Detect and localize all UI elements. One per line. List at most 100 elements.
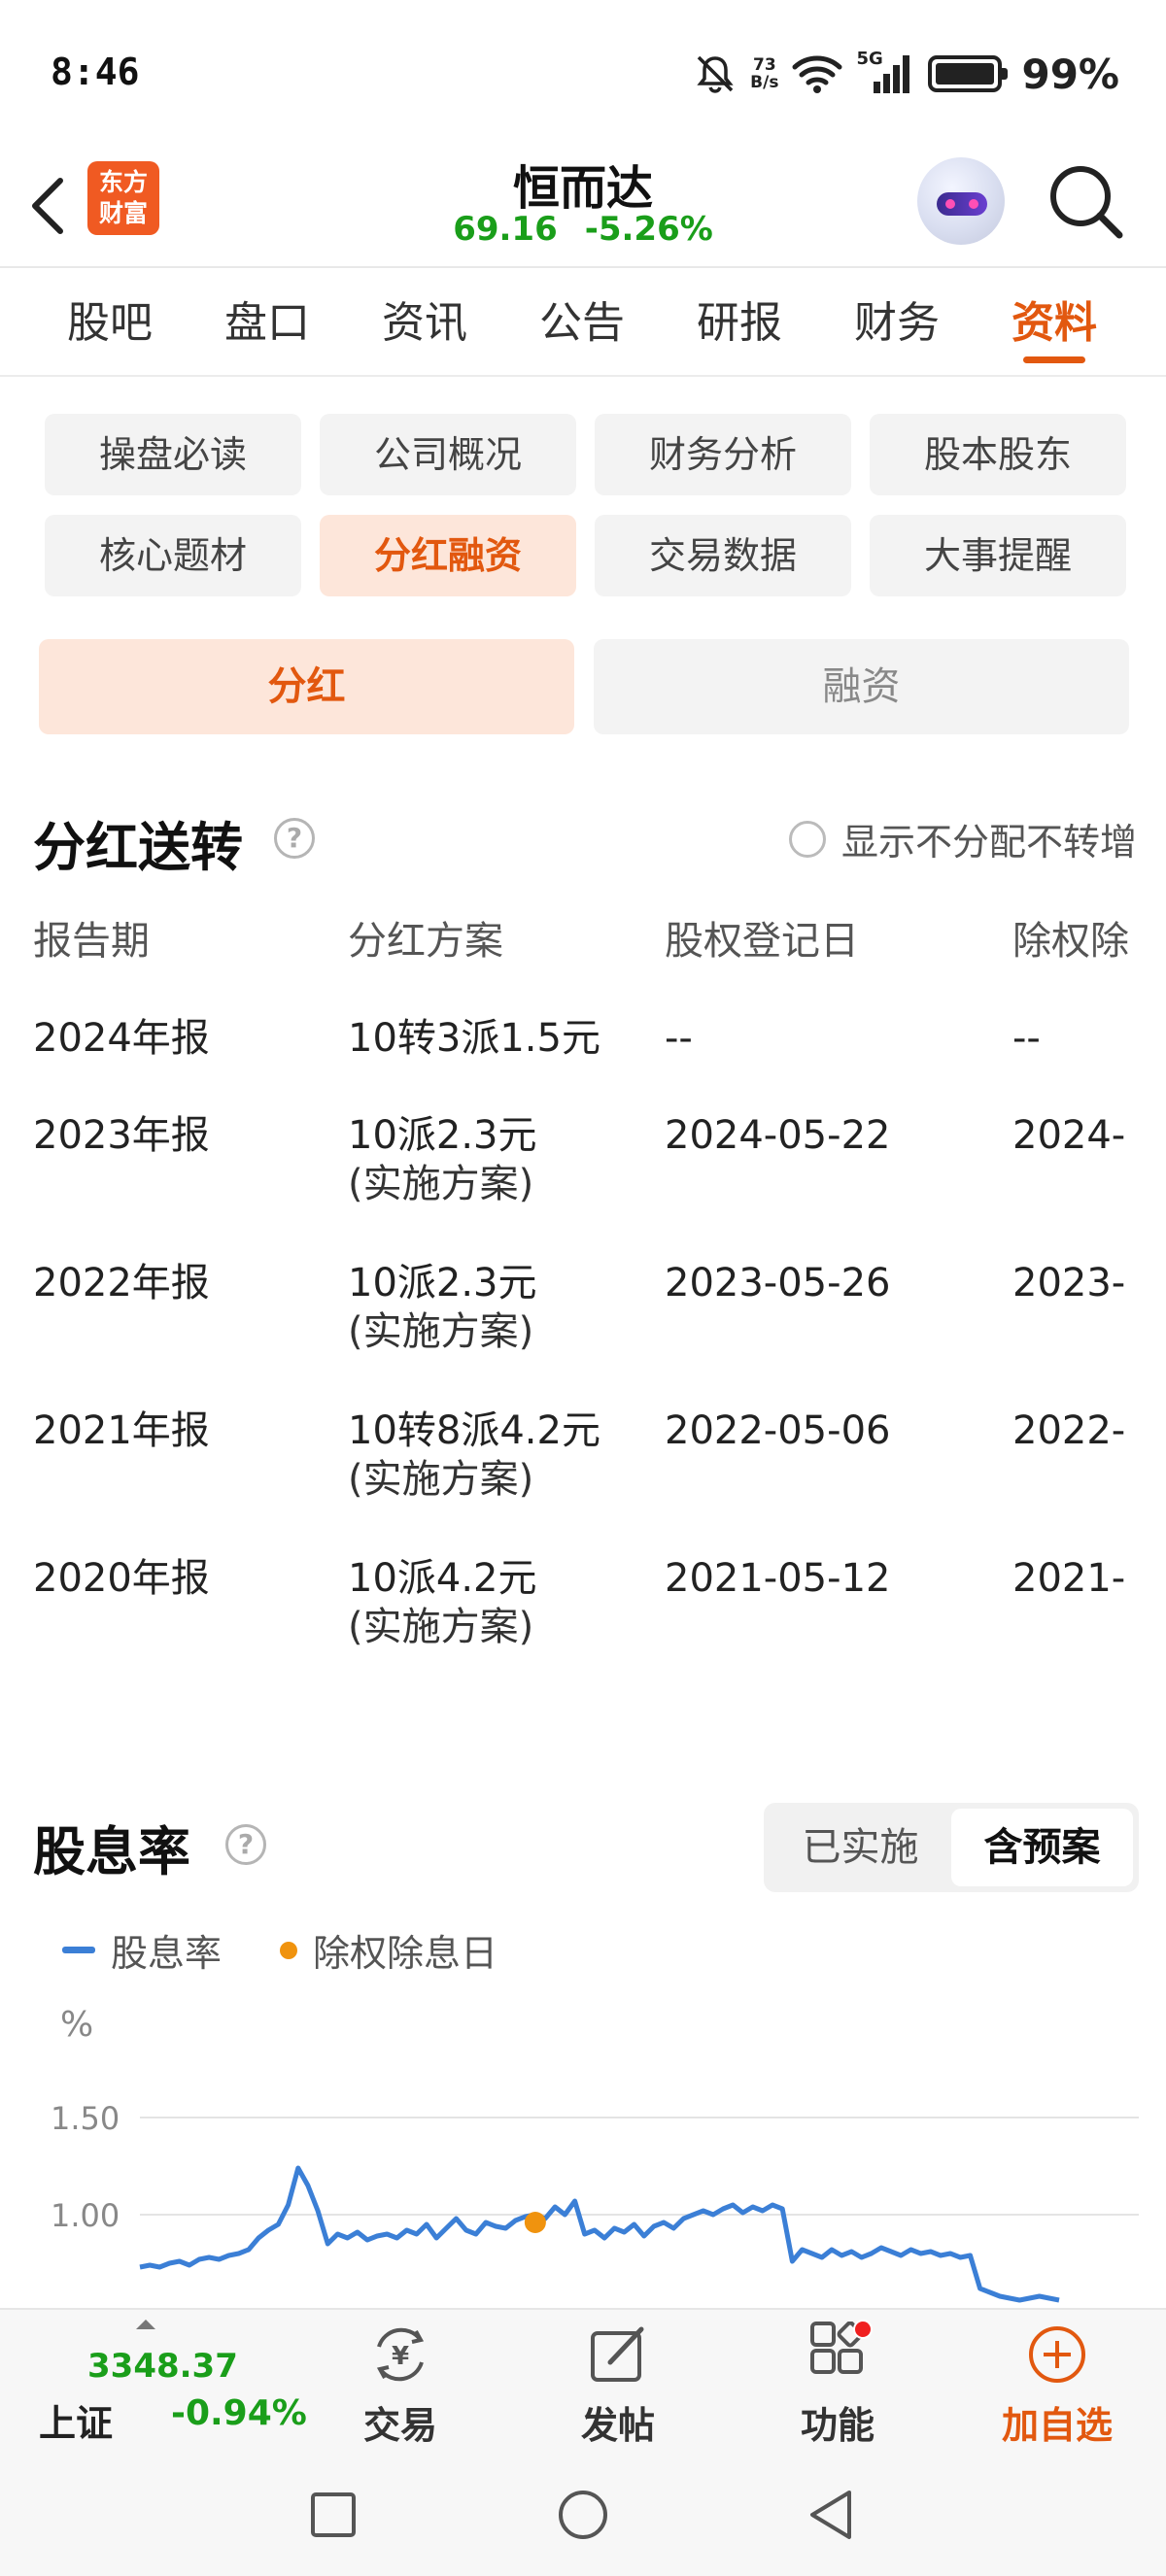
system-nav-bar [0, 2452, 1166, 2576]
table-row[interactable]: 2020年报 10派4.2元 (实施方案) 2021-05-12 2021- [33, 1554, 1166, 1702]
show-no-distribution-option[interactable]: 显示不分配不转增 [788, 812, 1137, 865]
tab-6[interactable]: 资料 [976, 270, 1133, 375]
y-tick-label: 1.50 [51, 2100, 120, 2137]
dividend-financing-switch: 分红 融资 [39, 639, 1129, 734]
yield-section-title: 股息率 [33, 1821, 190, 1882]
plan-status: (实施方案) [348, 1309, 534, 1354]
toggle-with-proposal[interactable]: 含预案 [951, 1809, 1133, 1886]
index-value: 3348.37 [87, 2347, 238, 2386]
battery-percent: 99% [1021, 50, 1119, 98]
sub-tab-4[interactable]: 核心题材 [45, 515, 301, 596]
show-no-distribution-label: 显示不分配不转增 [840, 821, 1137, 864]
sub-tab-7[interactable]: 大事提醒 [870, 515, 1126, 596]
dividend-plan-text: 10转3派1.5元 [348, 1016, 600, 1061]
radio-icon[interactable] [788, 820, 826, 858]
index-ticker[interactable]: 3348.37 上证 -0.94% [39, 2310, 311, 2454]
sub-tabs: 操盘必读 公司概况 财务分析 股本股东核心题材 分红融资 交易数据 大事提醒 [45, 414, 1126, 596]
tab-5[interactable]: 财务 [818, 270, 976, 375]
nav-trade[interactable]: ¥ 交易 [323, 2310, 478, 2454]
report-period: 2021年报 [33, 1408, 210, 1453]
assistant-robot-icon[interactable] [917, 157, 1005, 245]
caret-up-icon [136, 2320, 155, 2329]
legend-yield: 股息率 [111, 1932, 223, 1975]
column-header: 股权登记日 [665, 919, 859, 964]
ex-dividend-date: -- [1012, 1016, 1041, 1061]
search-icon[interactable] [1042, 157, 1129, 245]
tab-3[interactable]: 公告 [503, 270, 661, 375]
dividend-plan-text: 10转8派4.2元 [348, 1408, 600, 1453]
sub-tab-1[interactable]: 公司概况 [320, 414, 576, 495]
plan-status: (实施方案) [348, 1605, 534, 1649]
header: 东方财富 恒而达 69.16 -5.26% [0, 146, 1166, 268]
record-date: -- [665, 1016, 693, 1061]
dividend-plan: 10派2.3元 (实施方案) [348, 1259, 537, 1356]
help-icon[interactable]: ? [274, 818, 315, 859]
tab-1[interactable]: 盘口 [189, 270, 346, 375]
legend-ex-dividend: 除权除息日 [313, 1932, 498, 1975]
report-period: 2024年报 [33, 1016, 210, 1061]
index-change: -0.94% [171, 2393, 307, 2433]
table-row[interactable]: 2022年报 10派2.3元 (实施方案) 2023-05-26 2023- [33, 1259, 1166, 1407]
nav-add-watchlist-label: 加自选 [1001, 2404, 1113, 2447]
dividend-plan: 10转8派4.2元 (实施方案) [348, 1407, 600, 1504]
dividend-section-title: 分红送转 [33, 817, 243, 878]
segment-dividend[interactable]: 分红 [39, 639, 574, 734]
dividend-plan-text: 10派2.3元 [348, 1261, 537, 1305]
plan-status: (实施方案) [348, 1162, 534, 1206]
dividend-plan: 10派2.3元 (实施方案) [348, 1111, 537, 1208]
nav-functions[interactable]: 功能 [760, 2310, 915, 2454]
sub-tab-6[interactable]: 交易数据 [595, 515, 851, 596]
sub-tab-0[interactable]: 操盘必读 [45, 414, 301, 495]
battery-icon [928, 55, 1009, 92]
bottom-toolbar: 3348.37 上证 -0.94% ¥ 交易 发帖 功能 加自选 [0, 2308, 1166, 2452]
status-bar: 8:46 73 B/s 5G 99% [0, 0, 1166, 146]
column-header[interactable]: 除权除 [1012, 917, 1129, 966]
recent-apps-icon[interactable] [309, 2491, 358, 2539]
yield-mode-toggle: 已实施 含预案 [764, 1803, 1139, 1892]
post-icon [591, 2326, 644, 2382]
status-icons: 73 B/s 5G 99% [694, 47, 1119, 101]
record-date: 2021-05-12 [665, 1556, 891, 1601]
sub-tab-2[interactable]: 财务分析 [595, 414, 851, 495]
sub-tab-5[interactable]: 分红融资 [320, 515, 576, 596]
record-date: 2022-05-06 [665, 1408, 891, 1453]
table-row[interactable]: 2021年报 10转8派4.2元 (实施方案) 2022-05-06 2022- [33, 1407, 1166, 1554]
segment-financing[interactable]: 融资 [594, 639, 1129, 734]
net-speed: 73 B/s [750, 56, 778, 91]
table-row[interactable]: 2023年报 10派2.3元 (实施方案) 2024-05-22 2024- [33, 1111, 1166, 1259]
table-header: 报告期 分红方案 股权登记日 除权除 [33, 917, 1166, 1014]
ex-dividend-date: 2024- [1012, 1113, 1126, 1158]
nav-post-label: 发帖 [580, 2404, 655, 2447]
tab-4[interactable]: 研报 [661, 270, 818, 375]
add-watchlist-icon [1029, 2326, 1085, 2383]
sub-tab-3[interactable]: 股本股东 [870, 414, 1126, 495]
toggle-implemented[interactable]: 已实施 [770, 1809, 951, 1886]
ex-dividend-date: 2023- [1012, 1261, 1126, 1305]
report-period: 2022年报 [33, 1261, 210, 1305]
nav-add-watchlist[interactable]: 加自选 [979, 2310, 1135, 2454]
index-name: 上证 [39, 2402, 114, 2445]
chart-legend: 股息率 除权除息日 [62, 1923, 497, 1977]
table-row[interactable]: 2024年报 10转3派1.5元 -- -- [33, 1014, 1166, 1111]
nav-trade-label: 交易 [362, 2404, 437, 2447]
yield-chart[interactable]: 1.50 1.00 [0, 1982, 1166, 2312]
ex-dividend-point[interactable] [524, 2212, 546, 2233]
record-date: 2023-05-26 [665, 1261, 891, 1305]
yield-help-icon[interactable]: ? [225, 1824, 266, 1865]
home-icon[interactable] [557, 2489, 609, 2541]
tab-0[interactable]: 股吧 [31, 270, 189, 375]
mute-icon [697, 55, 734, 93]
tab-2[interactable]: 资讯 [346, 270, 503, 375]
dividend-plan: 10派4.2元 (实施方案) [348, 1554, 537, 1651]
stock-price: 69.16 [453, 210, 558, 249]
cellular-signal: 5G [856, 49, 914, 95]
legend-line-swatch [62, 1947, 95, 1953]
back-nav-icon[interactable] [806, 2489, 855, 2541]
report-period: 2020年报 [33, 1556, 210, 1601]
dividend-table: 报告期 分红方案 股权登记日 除权除 2024年报 10转3派1.5元 -- -- 2023年报… [33, 917, 1166, 1702]
ex-dividend-date: 2021- [1012, 1556, 1126, 1601]
nav-post[interactable]: 发帖 [540, 2310, 696, 2454]
dividend-plan-text: 10派2.3元 [348, 1113, 537, 1158]
dividend-plan: 10转3派1.5元 [348, 1014, 600, 1063]
nav-functions-label: 功能 [800, 2404, 874, 2447]
